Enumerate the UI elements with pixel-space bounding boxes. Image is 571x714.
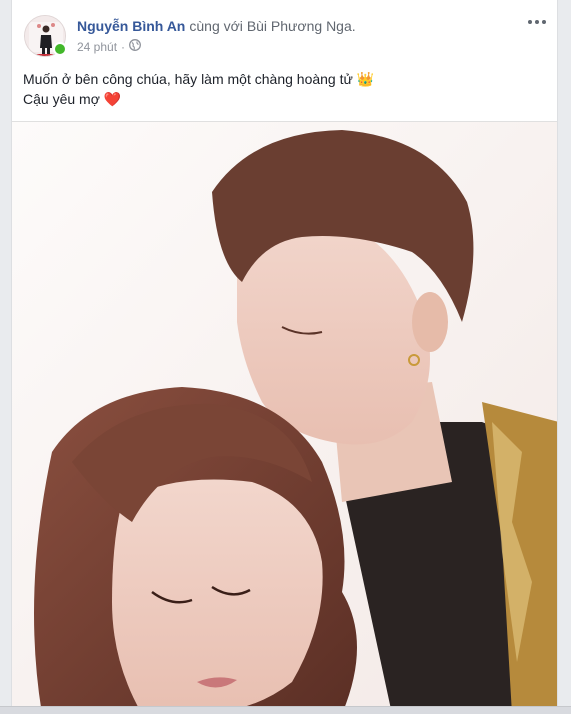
post-text: Muốn ở bên công chúa, hãy làm một chàng … [23,69,374,109]
post-meta: 24 phút · [77,39,141,54]
post-title-line: Nguyễn Bình An cùng với Bùi Phương Nga. [77,18,356,34]
tagged-person-link[interactable]: Bùi Phương Nga. [247,18,356,34]
online-status-dot [53,42,67,56]
post-text-line-1: Muốn ở bên công chúa, hãy làm một chàng … [23,71,375,87]
globe-icon[interactable] [129,39,141,54]
author-avatar[interactable] [24,15,67,57]
meta-separator: · [121,39,126,54]
author-name-link[interactable]: Nguyễn Bình An [77,18,185,34]
post-header: Nguyễn Bình An cùng với Bùi Phương Nga. 2… [22,12,549,57]
post-photo[interactable] [12,121,557,712]
heart-emoji-icon: ❤️ [103,91,122,107]
post-text-line-2: Cậu yêu mợ ❤️ [23,91,122,107]
crown-emoji-icon: 👑 [356,71,375,87]
more-options-icon[interactable] [525,14,549,30]
post-card: Nguyễn Bình An cùng với Bùi Phương Nga. 2… [11,0,558,713]
post-timestamp[interactable]: 24 phút [77,40,117,54]
with-text: cùng với [189,18,243,34]
